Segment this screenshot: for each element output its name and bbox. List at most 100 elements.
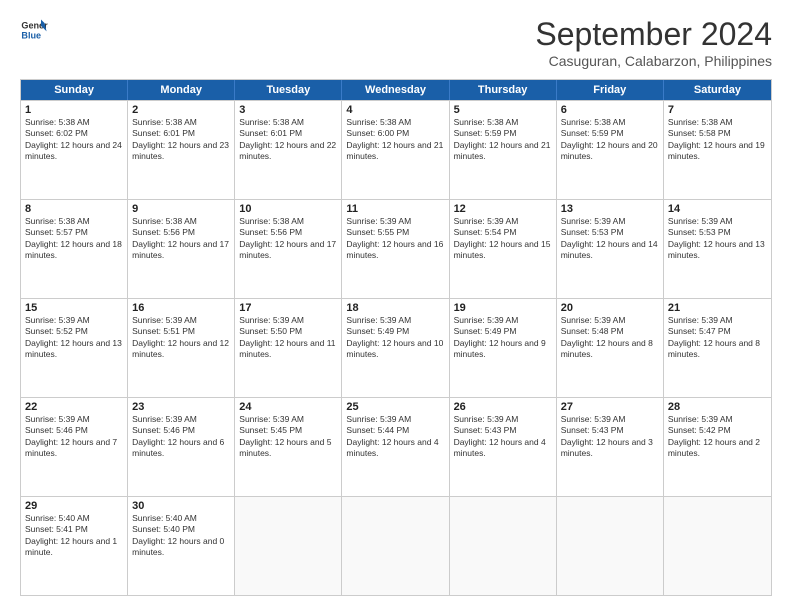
cell-sunrise: Sunrise: 5:38 AM: [454, 117, 519, 127]
cell-daylight: Daylight: 12 hours and 13 minutes.: [668, 239, 765, 260]
page: General Blue September 2024 Casuguran, C…: [0, 0, 792, 612]
cell-sunrise: Sunrise: 5:39 AM: [132, 315, 197, 325]
table-row: 16Sunrise: 5:39 AMSunset: 5:51 PM Dayligh…: [128, 299, 235, 397]
day-number: 10: [239, 203, 337, 215]
day-number: 14: [668, 203, 767, 215]
cell-daylight: Daylight: 12 hours and 8 minutes.: [561, 338, 653, 359]
cell-sunrise: Sunrise: 5:38 AM: [239, 216, 304, 226]
cell-sunset: Sunset: 5:49 PM: [454, 326, 517, 336]
table-row: 18Sunrise: 5:39 AMSunset: 5:49 PMDayligh…: [342, 299, 449, 397]
table-row: [557, 497, 664, 595]
cell-daylight: Daylight: 12 hours and 21 minutes.: [454, 140, 551, 161]
day-number: 9: [132, 203, 230, 215]
day-number: 17: [239, 302, 337, 314]
day-number: 3: [239, 104, 337, 116]
day-number: 2: [132, 104, 230, 116]
day-number: 20: [561, 302, 659, 314]
cell-sunset: Sunset: 5:51 PM: [132, 326, 195, 336]
day-number: 28: [668, 401, 767, 413]
cell-sunset: Sunset: 5:55 PM: [346, 227, 409, 237]
cell-sunrise: Sunrise: 5:39 AM: [454, 414, 519, 424]
logo: General Blue: [20, 16, 48, 44]
cell-sunset: Sunset: 5:53 PM: [668, 227, 731, 237]
header: General Blue September 2024 Casuguran, C…: [20, 16, 772, 69]
cell-sunrise: Sunrise: 5:38 AM: [25, 216, 90, 226]
cell-daylight: Daylight: 12 hours and 1 minute.: [25, 536, 117, 557]
day-number: 30: [132, 500, 230, 512]
cell-daylight: Daylight: 12 hours and 14 minutes.: [561, 239, 658, 260]
table-row: 8Sunrise: 5:38 AMSunset: 5:57 PMDaylight…: [21, 200, 128, 298]
day-number: 19: [454, 302, 552, 314]
table-row: [342, 497, 449, 595]
cell-sunset: Sunset: 5:59 PM: [454, 128, 517, 138]
cell-sunset: Sunset: 5:56 PM: [239, 227, 302, 237]
calendar: Sunday Monday Tuesday Wednesday Thursday…: [20, 79, 772, 596]
table-row: 17Sunrise: 5:39 AMSunset: 5:50 PM Dayligh…: [235, 299, 342, 397]
cell-daylight: Daylight: 12 hours and 24 minutes.: [25, 140, 122, 161]
table-row: 20Sunrise: 5:39 AMSunset: 5:48 PM Dayligh…: [557, 299, 664, 397]
table-row: 4Sunrise: 5:38 AMSunset: 6:00 PMDaylight…: [342, 101, 449, 199]
header-wednesday: Wednesday: [342, 80, 449, 100]
cell-sunset: Sunset: 5:56 PM: [132, 227, 195, 237]
cell-sunset: Sunset: 5:48 PM: [561, 326, 624, 336]
cell-daylight: Daylight: 12 hours and 10 minutes.: [346, 338, 443, 359]
day-number: 24: [239, 401, 337, 413]
table-row: 2Sunrise: 5:38 AMSunset: 6:01 PMDaylight…: [128, 101, 235, 199]
day-number: 4: [346, 104, 444, 116]
cell-sunset: Sunset: 5:49 PM: [346, 326, 409, 336]
table-row: 1Sunrise: 5:38 AMSunset: 6:02 PMDaylight…: [21, 101, 128, 199]
cell-daylight: Daylight: 12 hours and 6 minutes.: [132, 437, 224, 458]
cell-sunset: Sunset: 5:53 PM: [561, 227, 624, 237]
table-row: 30Sunrise: 5:40 AMSunset: 5:40 PMDayligh…: [128, 497, 235, 595]
cell-sunrise: Sunrise: 5:39 AM: [561, 315, 626, 325]
cell-daylight: Daylight: 12 hours and 9 minutes.: [454, 338, 546, 359]
header-tuesday: Tuesday: [235, 80, 342, 100]
day-number: 16: [132, 302, 230, 314]
table-row: 15Sunrise: 5:39 AMSunset: 5:52 PMDayligh…: [21, 299, 128, 397]
cell-daylight: Daylight: 12 hours and 8 minutes.: [668, 338, 760, 359]
day-number: 1: [25, 104, 123, 116]
cell-sunset: Sunset: 5:50 PM: [239, 326, 302, 336]
cell-sunrise: Sunrise: 5:39 AM: [239, 414, 304, 424]
cell-sunrise: Sunrise: 5:39 AM: [25, 414, 90, 424]
cell-sunset: Sunset: 5:46 PM: [132, 425, 195, 435]
cell-sunset: Sunset: 5:42 PM: [668, 425, 731, 435]
cell-sunset: Sunset: 6:00 PM: [346, 128, 409, 138]
cell-sunset: Sunset: 5:58 PM: [668, 128, 731, 138]
table-row: 28Sunrise: 5:39 AMSunset: 5:42 PMDayligh…: [664, 398, 771, 496]
day-number: 29: [25, 500, 123, 512]
cell-daylight: Daylight: 12 hours and 18 minutes.: [25, 239, 122, 260]
cell-daylight: Daylight: 12 hours and 17 minutes.: [132, 239, 229, 260]
cell-sunrise: Sunrise: 5:38 AM: [25, 117, 90, 127]
calendar-row-3: 15Sunrise: 5:39 AMSunset: 5:52 PMDayligh…: [21, 298, 771, 397]
header-sunday: Sunday: [21, 80, 128, 100]
cell-daylight: Daylight: 12 hours and 22 minutes.: [239, 140, 336, 161]
cell-sunrise: Sunrise: 5:39 AM: [668, 315, 733, 325]
cell-sunset: Sunset: 5:44 PM: [346, 425, 409, 435]
cell-daylight: Daylight: 12 hours and 7 minutes.: [25, 437, 117, 458]
cell-sunset: Sunset: 5:59 PM: [561, 128, 624, 138]
table-row: 22Sunrise: 5:39 AMSunset: 5:46 PMDayligh…: [21, 398, 128, 496]
cell-sunrise: Sunrise: 5:39 AM: [346, 315, 411, 325]
cell-daylight: Daylight: 12 hours and 11 minutes.: [239, 338, 335, 359]
cell-sunset: Sunset: 5:45 PM: [239, 425, 302, 435]
main-title: September 2024: [535, 16, 772, 53]
table-row: 3Sunrise: 5:38 AMSunset: 6:01 PMDaylight…: [235, 101, 342, 199]
cell-daylight: Daylight: 12 hours and 4 minutes.: [346, 437, 438, 458]
table-row: [664, 497, 771, 595]
day-number: 8: [25, 203, 123, 215]
header-friday: Friday: [557, 80, 664, 100]
header-monday: Monday: [128, 80, 235, 100]
cell-daylight: Daylight: 12 hours and 12 minutes.: [132, 338, 229, 359]
cell-daylight: Daylight: 12 hours and 13 minutes.: [25, 338, 122, 359]
cell-sunrise: Sunrise: 5:39 AM: [346, 414, 411, 424]
cell-daylight: Daylight: 12 hours and 23 minutes.: [132, 140, 229, 161]
cell-daylight: Daylight: 12 hours and 5 minutes.: [239, 437, 331, 458]
cell-sunrise: Sunrise: 5:38 AM: [239, 117, 304, 127]
day-number: 26: [454, 401, 552, 413]
cell-sunrise: Sunrise: 5:39 AM: [239, 315, 304, 325]
cell-sunrise: Sunrise: 5:38 AM: [132, 117, 197, 127]
cell-sunrise: Sunrise: 5:39 AM: [454, 216, 519, 226]
table-row: [450, 497, 557, 595]
day-number: 27: [561, 401, 659, 413]
